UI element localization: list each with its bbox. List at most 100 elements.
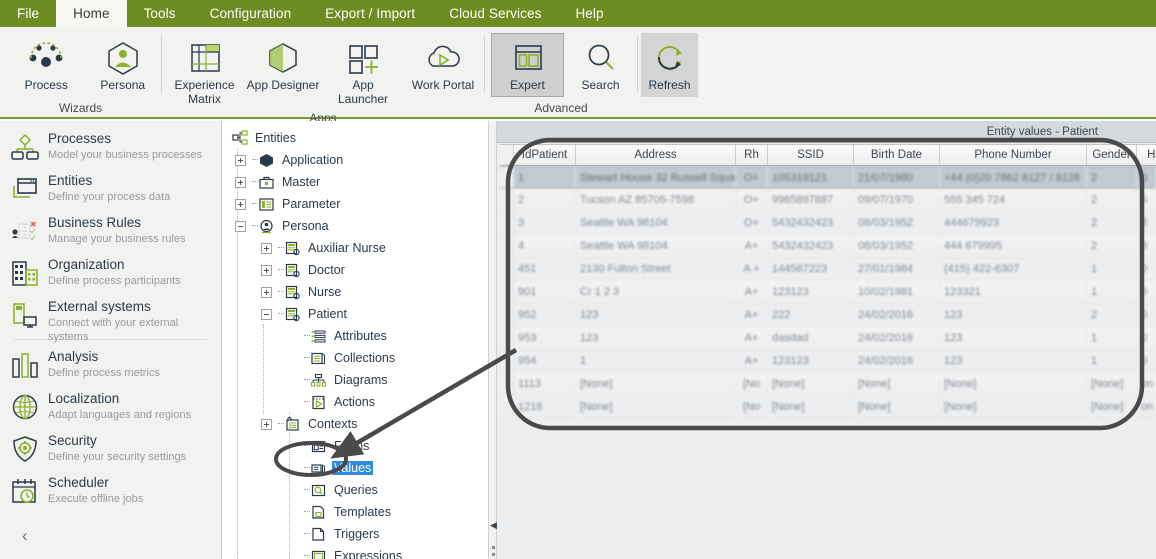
grid-column-header-idpatient[interactable]: IdPatient [514,145,576,165]
table-row[interactable]: 451 2130 Fulton Street A + 144567223 27/… [500,258,1156,281]
row-selector[interactable] [500,281,514,303]
sidebar-item-security[interactable]: Security Define your security settings [0,428,221,470]
row-selector[interactable] [500,235,514,257]
expand-icon-nurse[interactable] [261,286,272,298]
tree-node-forms[interactable]: Forms [227,435,488,457]
table-row[interactable]: 1218 [None] [No [None] [None] [None] [No… [500,396,1156,419]
ribbon-button-process[interactable]: Process [8,33,85,97]
grid-column-header-gender[interactable]: Gender [1087,145,1137,165]
tree-node-master[interactable]: Master [227,171,488,193]
tree-node-templates[interactable]: Templates [227,501,488,523]
tree-node-attributes[interactable]: Attributes [227,325,488,347]
sidebar-item-localization[interactable]: Localization Adapt languages and regions [0,386,221,428]
tree-node-application[interactable]: Application [227,149,488,171]
cell-idpatient: 901 [514,281,576,303]
sidebar-item-external-systems[interactable]: External systems Connect with your exter… [0,294,221,343]
row-selector[interactable] [500,167,514,188]
parameter-list-icon [258,196,275,213]
ribbon-button-persona[interactable]: Persona [85,33,162,97]
table-row[interactable]: 901 Cr 1 2 3 A+ 123123 10/02/1981 123321… [500,281,1156,304]
ribbon-button-work-portal[interactable]: Work Portal [403,33,483,97]
sidebar-item-scheduler[interactable]: Scheduler Execute offline jobs [0,470,221,512]
row-selector[interactable] [500,304,514,326]
expand-icon-auxiliar-nurse[interactable] [261,242,272,254]
menu-item-file[interactable]: File [0,0,56,27]
ribbon-button-experience-matrix[interactable]: Experience Matrix [166,33,243,111]
row-selector[interactable] [500,350,514,372]
tree-node-entities-root[interactable]: Entities [227,127,488,149]
ribbon-button-search[interactable]: Search [564,33,637,97]
expand-icon-doctor[interactable] [261,264,272,276]
grid-column-header-phone-number[interactable]: Phone Number [940,145,1087,165]
grid-column-header-rh[interactable]: Rh [736,145,768,165]
row-selector[interactable] [500,189,514,211]
sidebar-item-business-rules[interactable]: ✖ ✓ ✓ Business Rules Manage your busines… [0,210,221,252]
menu-item-tools[interactable]: Tools [127,0,193,27]
cell-idpatient: 2 [514,189,576,211]
cell-address: Seattle WA 98104 [576,235,736,257]
grid-column-header-height[interactable]: Heig [1137,145,1156,165]
ribbon-button-refresh[interactable]: Refresh [641,33,698,97]
grid-column-header-ssid[interactable]: SSID [768,145,854,165]
menu-item-help[interactable]: Help [558,0,620,27]
tree-node-templates-label: Templates [334,505,391,519]
sidebar-collapse-button[interactable]: ‹ [0,512,221,546]
tree-node-collections[interactable]: Collections [227,347,488,369]
row-selector[interactable] [500,373,514,395]
tree-node-collections-label: Collections [334,351,396,365]
expand-icon-parameter[interactable] [235,198,246,210]
tree-node-nurse[interactable]: Nurse [227,281,488,303]
tree-node-queries[interactable]: Queries [227,479,488,501]
tree-node-doctor[interactable]: Doctor [227,259,488,281]
cell-birth-date: 24/02/2016 [854,350,940,372]
table-row[interactable]: 954 1 A+ 123123 24/02/2016 123 1 0 [500,350,1156,373]
row-selector[interactable] [500,258,514,280]
splitter-collapse-icon[interactable]: ◀ [490,520,497,531]
menu-item-cloud-services[interactable]: Cloud Services [432,0,558,27]
tree-node-auxiliar-nurse[interactable]: Auxiliar Nurse [227,237,488,259]
menu-item-home[interactable]: Home [56,0,127,27]
tree-node-contexts[interactable]: Contexts [227,413,488,435]
row-selector[interactable] [500,212,514,234]
sidebar-item-processes[interactable]: Processes Model your business processes [0,126,221,168]
tree-node-actions[interactable]: Actions [227,391,488,413]
table-row[interactable]: 2 Tucson AZ 85705-7598 O+ 9965897887 09/… [500,189,1156,212]
cell-phone-number: 555 345 724 [940,189,1087,211]
splitter-grip[interactable] [492,546,495,559]
tree-node-patient[interactable]: Patient [227,303,488,325]
expand-icon-master[interactable] [235,176,246,188]
table-row[interactable]: 1 Stewart House 32 Russell Square O+ 105… [500,166,1156,189]
tree-node-triggers[interactable]: Triggers [227,523,488,545]
attributes-list-icon [310,328,327,345]
tree-node-parameter[interactable]: Parameter [227,193,488,215]
tree-node-diagrams[interactable]: Diagrams [227,369,488,391]
row-selector[interactable] [500,396,514,418]
table-row[interactable]: 1113 [None] [No [None] [None] [None] [No… [500,373,1156,396]
table-row[interactable]: 4 Seattle WA 98104 A+ 5432432423 08/03/1… [500,235,1156,258]
sidebar-item-entities[interactable]: Entities Define your process data [0,168,221,210]
table-row[interactable]: 953 123 A+ dasdad 24/02/2016 123 1 0 [500,327,1156,350]
row-selector[interactable] [500,327,514,349]
ribbon-button-app-designer[interactable]: App Designer [243,33,323,97]
panel-splitter[interactable]: ◀ [488,121,497,559]
sidebar-item-organization[interactable]: Organization Define process participants [0,252,221,294]
expand-icon-contexts[interactable] [261,418,272,430]
ribbon-button-app-launcher[interactable]: App Launcher [323,33,403,111]
scheduler-calendar-clock-icon [10,476,40,506]
cell-phone-number: 123 [940,350,1087,372]
ribbon-button-expert[interactable]: Expert [491,33,564,97]
table-row[interactable]: 952 123 A+ 222 24/02/2016 123 2 0 [500,304,1156,327]
menu-item-configuration[interactable]: Configuration [193,0,309,27]
tree-node-expressions[interactable]: Expressions [227,545,488,559]
expand-icon-application[interactable] [235,154,246,166]
table-row[interactable]: 3 Seattle WA 98104 O+ 5432432423 08/03/1… [500,212,1156,235]
sidebar-item-analysis[interactable]: Analysis Define process metrics [0,344,221,386]
grid-column-header-address[interactable]: Address [576,145,736,165]
tree-node-persona[interactable]: Persona [227,215,488,237]
collapse-icon-patient[interactable] [261,308,272,320]
grid-column-header-birth-date[interactable]: Birth Date [854,145,940,165]
collapse-icon-persona[interactable] [235,220,246,232]
menu-item-export-import[interactable]: Export / Import [308,0,432,27]
tree-node-values[interactable]: Values [227,457,488,479]
